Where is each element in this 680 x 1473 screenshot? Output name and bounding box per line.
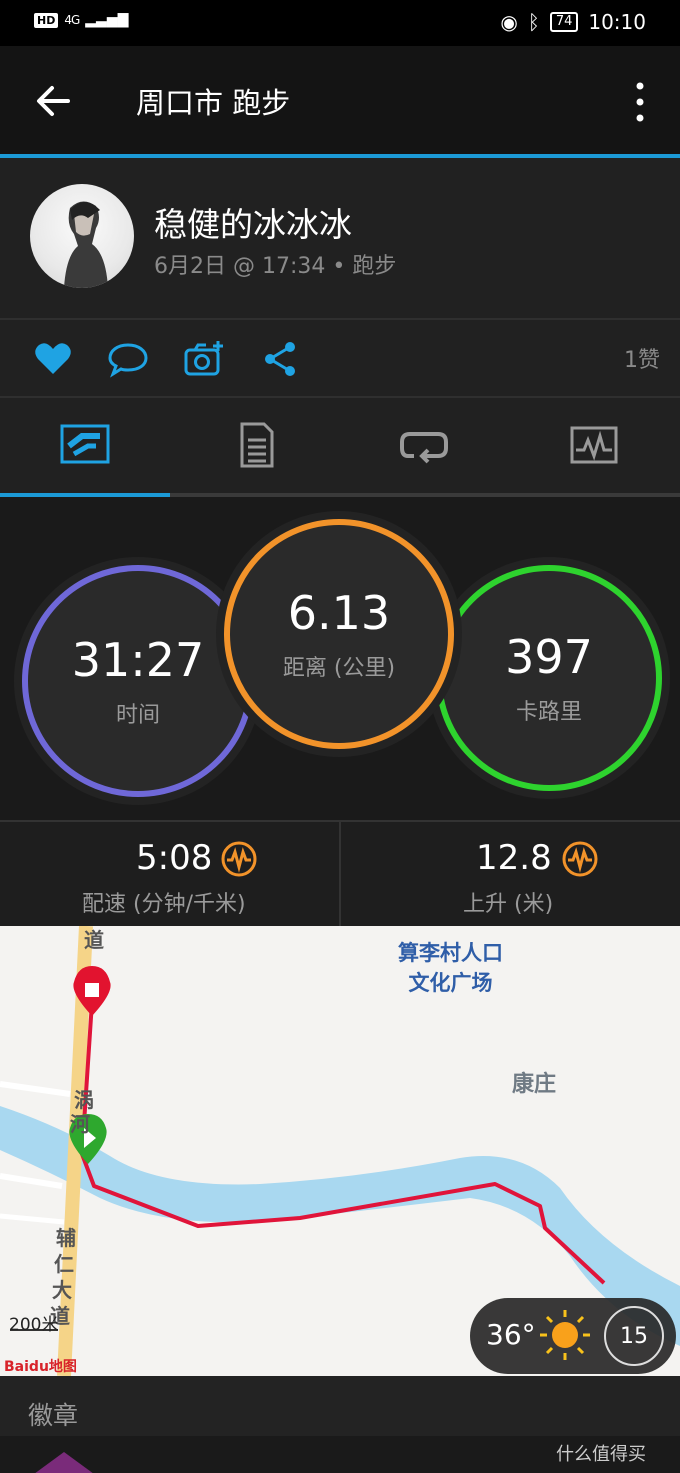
- tab-overview-icon[interactable]: [56, 420, 116, 470]
- app-toolbar: 周口市 跑步: [0, 46, 680, 154]
- back-arrow-icon[interactable]: [28, 76, 78, 126]
- username[interactable]: 稳健的冰冰冰: [154, 198, 352, 246]
- road-label-ren: 仁: [54, 1252, 74, 1276]
- wind-speed-compass: 15: [604, 1306, 664, 1366]
- likes-count[interactable]: 1赞: [624, 342, 660, 374]
- action-bar: 1赞: [0, 320, 680, 398]
- baidu-logo: Baidu地图: [4, 1359, 77, 1375]
- activity-meta: 6月2日 @ 17:34 • 跑步: [154, 254, 397, 279]
- like-heart-icon[interactable]: [32, 338, 74, 380]
- distance-label: 距离 (公里): [282, 656, 396, 681]
- ascent-chart-icon[interactable]: [561, 840, 599, 878]
- pace-label: 配速 (分钟/千米): [82, 892, 246, 917]
- eye-icon: ◉: [500, 10, 518, 34]
- hd-icon: HD: [34, 12, 59, 28]
- time-label: 时间: [115, 703, 160, 728]
- sun-icon: [540, 1310, 590, 1360]
- clock: 10:10: [588, 10, 646, 34]
- activity-owner: 稳健的冰冰冰 6月2日 @ 17:34 • 跑步: [0, 158, 680, 320]
- battery-icon: 74: [549, 12, 579, 32]
- badges-title: 徽章: [28, 1401, 79, 1430]
- detail-tabs: [0, 398, 680, 498]
- calories-ring: 397 卡路里: [436, 565, 662, 791]
- bluetooth-icon: ᛒ: [527, 10, 540, 34]
- signal-bars-icon: ▂▃▅▇: [85, 12, 129, 28]
- add-photo-icon[interactable]: [183, 338, 225, 380]
- watermark: 什么值得买: [556, 1444, 646, 1465]
- comment-icon[interactable]: [107, 338, 149, 380]
- poi-kangzhuang[interactable]: 康庄: [512, 1066, 556, 1098]
- calories-label: 卡路里: [515, 700, 582, 725]
- pace-value: 5:08: [136, 838, 213, 878]
- stats-panel: 31:27 时间 397 卡路里 6.13 距离 (公里): [0, 497, 680, 820]
- road-label-top: 道: [84, 928, 104, 952]
- poi-culture-square[interactable]: 算李村人口 文化广场: [398, 938, 503, 998]
- tab-details-icon[interactable]: [226, 420, 286, 470]
- badge-icon[interactable]: [34, 1452, 94, 1473]
- calories-value: 397: [505, 630, 593, 684]
- ascent-label: 上升 (米): [463, 892, 554, 917]
- weather-widget: 36° 15: [470, 1298, 676, 1374]
- road-label-fu: 辅: [56, 1226, 76, 1250]
- signal-icon: 4G: [64, 13, 80, 27]
- road-label-da: 大: [52, 1278, 72, 1302]
- status-bar: HD 4G ▂▃▅▇ ◉ ᛒ 74 10:10: [0, 0, 680, 46]
- more-menu-icon[interactable]: [628, 80, 652, 124]
- temperature: 36°: [486, 1318, 536, 1351]
- distance-value: 6.13: [287, 586, 391, 640]
- secondary-stats: 5:08 配速 (分钟/千米) 12.8 上升 (米): [0, 820, 680, 926]
- tab-laps-icon[interactable]: [394, 420, 454, 470]
- pace-chart-icon[interactable]: [220, 840, 258, 878]
- tab-charts-icon[interactable]: [564, 420, 624, 470]
- ascent-cell: 12.8 上升 (米): [341, 822, 680, 926]
- map-scale-label: 200米: [9, 1315, 59, 1335]
- pace-cell: 5:08 配速 (分钟/千米): [0, 822, 339, 926]
- page-title: 周口市 跑步: [136, 86, 291, 120]
- ascent-value: 12.8: [476, 838, 552, 878]
- badges-list: 什么值得买: [0, 1436, 680, 1473]
- avatar[interactable]: [30, 184, 134, 288]
- road-label-he2: 河: [70, 1112, 90, 1136]
- time-value: 31:27: [71, 633, 205, 687]
- distance-ring: 6.13 距离 (公里): [224, 519, 454, 749]
- time-ring: 31:27 时间: [22, 565, 254, 797]
- share-icon[interactable]: [259, 338, 301, 380]
